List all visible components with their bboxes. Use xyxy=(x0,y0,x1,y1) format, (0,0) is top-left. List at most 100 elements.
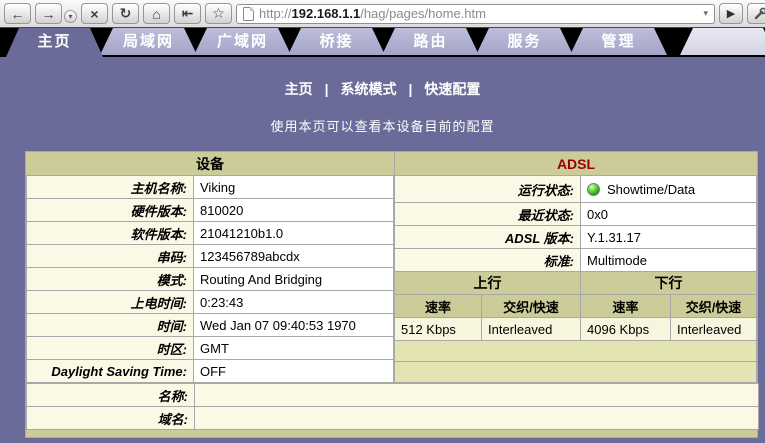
sw-version-value: 21041210b1.0 xyxy=(194,222,394,245)
adsl-table: 运行状态: Showtime/Data 最近状态: 0x0 ADSL 版本: Y… xyxy=(394,175,757,383)
serial-value: 123456789abcdx xyxy=(194,245,394,268)
content-area: 主页|系统模式|快速配置 使用本页可以查看本设备目前的配置 设备 ADSL 主机… xyxy=(0,57,765,443)
tab-routing[interactable]: 路由 xyxy=(382,28,479,55)
router-home-screen: ← → ▾ × ↻ ⌂ ⇤ ☆ http://192.168.1.1/hag/p… xyxy=(0,0,765,443)
bookmark-button[interactable]: ☆ xyxy=(205,3,232,24)
time-value: Wed Jan 07 09:40:53 1970 xyxy=(194,314,394,337)
stop-button[interactable]: × xyxy=(81,3,108,24)
name-domain-table: 名称: 域名: xyxy=(26,383,759,430)
address-bar[interactable]: http://192.168.1.1/hag/pages/home.htm ▾ xyxy=(236,4,715,24)
tab-admin[interactable]: 管理 xyxy=(570,28,667,55)
status-ok-icon xyxy=(587,183,600,196)
table-row: 串码: 123456789abcdx xyxy=(27,245,394,268)
name-value xyxy=(195,384,759,407)
up-mode-header: 交织/快速 xyxy=(482,295,581,318)
domain-label: 域名: xyxy=(27,407,195,430)
hw-version-label: 硬件版本: xyxy=(27,199,194,222)
mode-label: 模式: xyxy=(27,268,194,291)
run-state-text: Showtime/Data xyxy=(607,182,695,197)
sessions-button[interactable]: ⇤ xyxy=(174,3,201,24)
table-row: 硬件版本: 810020 xyxy=(27,199,394,222)
table-row: 最近状态: 0x0 xyxy=(395,203,757,226)
back-button[interactable]: ← xyxy=(4,3,31,24)
page-description: 使用本页可以查看本设备目前的配置 xyxy=(0,116,765,135)
history-dropdown-button[interactable]: ▾ xyxy=(64,10,77,23)
upstream-header: 上行 xyxy=(395,272,581,295)
subnav-link-home[interactable]: 主页 xyxy=(273,81,325,97)
standard-label: 标准: xyxy=(395,249,581,272)
table-row: 主机名称: Viking xyxy=(27,176,394,199)
status-panel: 设备 ADSL 主机名称: Viking 硬件版本: 810020 软件版本: xyxy=(25,151,758,438)
tab-bridge-label: 桥接 xyxy=(319,33,353,50)
tab-strip: 主页 局域网 广域网 桥接 路由 服务 管理 xyxy=(0,28,765,57)
adsl-version-label: ADSL 版本: xyxy=(395,226,581,249)
forward-button[interactable]: → xyxy=(35,3,62,24)
downstream-header: 下行 xyxy=(581,272,757,295)
device-table: 主机名称: Viking 硬件版本: 810020 软件版本: 21041210… xyxy=(26,175,394,383)
tab-bridge[interactable]: 桥接 xyxy=(288,28,385,55)
tools-button[interactable] xyxy=(747,3,765,24)
spacer-cell xyxy=(395,362,757,383)
subnav-link-system-mode[interactable]: 系统模式 xyxy=(329,81,409,97)
back-icon: ← xyxy=(11,6,25,22)
address-dropdown-icon[interactable]: ▾ xyxy=(703,8,708,19)
subnav: 主页|系统模式|快速配置 xyxy=(0,57,765,99)
name-label: 名称: xyxy=(27,384,195,407)
go-button[interactable]: ▶ xyxy=(719,3,743,24)
tab-services-label: 服务 xyxy=(507,33,541,50)
tab-routing-label: 路由 xyxy=(413,33,447,50)
chevron-down-icon: ▾ xyxy=(68,12,72,21)
dst-value: OFF xyxy=(194,360,394,383)
device-section-title: 设备 xyxy=(26,152,395,175)
mode-value: Routing And Bridging xyxy=(194,268,394,291)
down-rate-value: 4096 Kbps xyxy=(581,318,671,341)
table-row xyxy=(395,341,757,362)
url-text: http://192.168.1.1/hag/pages/home.htm xyxy=(259,6,486,21)
tab-wan[interactable]: 广域网 xyxy=(194,28,291,55)
run-state-label: 运行状态: xyxy=(395,176,581,203)
table-row: 上电时间: 0:23:43 xyxy=(27,291,394,314)
subnav-link-quick-setup[interactable]: 快速配置 xyxy=(412,81,492,97)
table-row: 标准: Multimode xyxy=(395,249,757,272)
up-rate-header: 速率 xyxy=(395,295,482,318)
wrench-icon xyxy=(753,7,765,21)
dst-label: Daylight Saving Time: xyxy=(27,360,194,383)
timezone-label: 时区: xyxy=(27,337,194,360)
sw-version-label: 软件版本: xyxy=(27,222,194,245)
table-row: 时间: Wed Jan 07 09:40:53 1970 xyxy=(27,314,394,337)
tab-home[interactable]: 主页 xyxy=(6,28,103,57)
tab-home-label: 主页 xyxy=(37,33,71,50)
down-rate-header: 速率 xyxy=(581,295,671,318)
refresh-button[interactable]: ↻ xyxy=(112,3,139,24)
table-row: 软件版本: 21041210b1.0 xyxy=(27,222,394,245)
table-row: 512 Kbps Interleaved 4096 Kbps Interleav… xyxy=(395,318,757,341)
table-row: 域名: xyxy=(27,407,759,430)
up-rate-value: 512 Kbps xyxy=(395,318,482,341)
adsl-section-title: ADSL xyxy=(395,152,757,175)
uptime-value: 0:23:43 xyxy=(194,291,394,314)
page-icon xyxy=(243,7,254,21)
last-state-value: 0x0 xyxy=(581,203,757,226)
table-row: 运行状态: Showtime/Data xyxy=(395,176,757,203)
timezone-value: GMT xyxy=(194,337,394,360)
tab-lan[interactable]: 局域网 xyxy=(100,28,197,55)
door-arrow-icon: ⇤ xyxy=(182,5,194,22)
stop-icon: × xyxy=(90,6,98,22)
table-row: ADSL 版本: Y.1.31.17 xyxy=(395,226,757,249)
adsl-version-value: Y.1.31.17 xyxy=(581,226,757,249)
subnav-separator: | xyxy=(325,81,329,97)
table-row: 名称: xyxy=(27,384,759,407)
hw-version-value: 810020 xyxy=(194,199,394,222)
browser-toolbar: ← → ▾ × ↻ ⌂ ⇤ ☆ http://192.168.1.1/hag/p… xyxy=(0,0,765,28)
spacer-cell xyxy=(395,341,757,362)
home-button[interactable]: ⌂ xyxy=(143,3,170,24)
uptime-label: 上电时间: xyxy=(27,291,194,314)
run-state-value: Showtime/Data xyxy=(581,176,757,203)
table-row: Daylight Saving Time: OFF xyxy=(27,360,394,383)
table-row: 上行 下行 xyxy=(395,272,757,295)
hostname-value: Viking xyxy=(194,176,394,199)
domain-value xyxy=(195,407,759,430)
url-scheme: http:// xyxy=(259,6,292,21)
tab-services[interactable]: 服务 xyxy=(476,28,573,55)
go-icon: ▶ xyxy=(727,7,735,20)
